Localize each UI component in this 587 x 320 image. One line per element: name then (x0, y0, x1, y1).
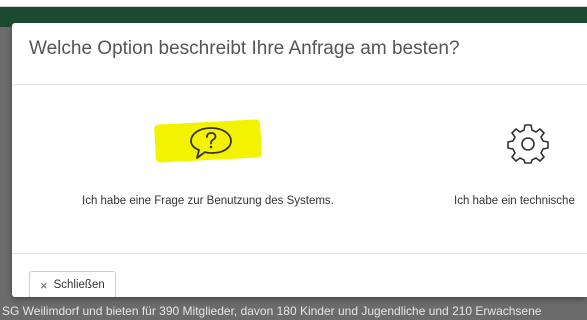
option-question[interactable]: Ich habe eine Frage zur Benutzung des Sy… (12, 85, 392, 253)
dialog-body: Ich habe eine Frage zur Benutzung des Sy… (12, 85, 587, 254)
page-top-bar (0, 0, 587, 7)
background-page-text: SG Weilimdorf und bieten für 390 Mitglie… (2, 304, 542, 318)
close-button-label: Schließen (53, 279, 105, 291)
gear-icon (507, 124, 549, 164)
close-icon: × (40, 277, 48, 293)
dialog-title: Welche Option beschreibt Ihre Anfrage am… (29, 38, 460, 59)
question-bubble-icon (190, 127, 232, 159)
option-question-label: Ich habe eine Frage zur Benutzung des Sy… (82, 195, 334, 207)
option-technical[interactable]: Ich habe ein technische (392, 85, 587, 253)
close-button[interactable]: × Schließen (29, 271, 116, 297)
dialog-header: Welche Option beschreibt Ihre Anfrage am… (12, 23, 587, 85)
dialog-footer: × Schließen (12, 254, 587, 297)
option-technical-label: Ich habe ein technische (454, 195, 575, 207)
support-dialog: Welche Option beschreibt Ihre Anfrage am… (12, 23, 587, 297)
